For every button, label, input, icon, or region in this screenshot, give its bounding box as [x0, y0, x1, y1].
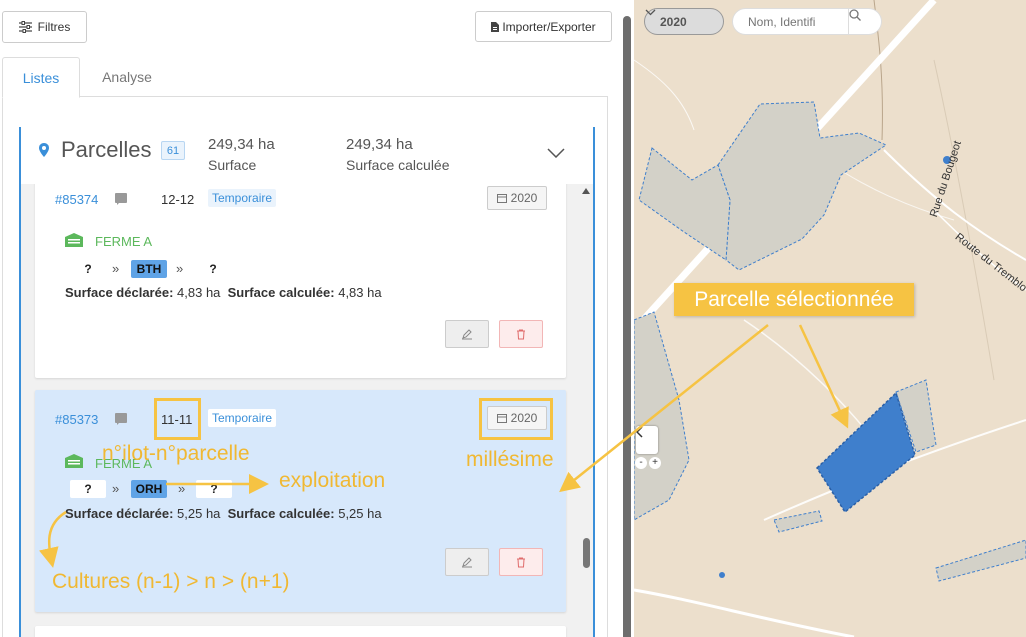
crop-arrow-icon: » [112, 481, 120, 496]
crop-previous: ? [70, 260, 106, 278]
collapse-panel-button[interactable] [636, 426, 658, 454]
parcelles-title: Parcelles [61, 137, 152, 162]
parcel-card[interactable] [35, 626, 566, 637]
chevron-left-icon [636, 426, 643, 438]
map-search-input[interactable] [733, 9, 848, 34]
crop-arrow-icon: » [176, 261, 184, 276]
crop-next: ? [196, 480, 232, 498]
map-pin-icon [39, 143, 49, 157]
pencil-icon [462, 557, 472, 568]
edit-button[interactable] [445, 548, 489, 576]
tab-bar: Listes Analyse [2, 57, 608, 98]
parcel-card[interactable]: #85374 12-12 Temporaire 2020 FERME A ? »… [35, 184, 566, 378]
calendar-icon [496, 194, 507, 203]
parcel-type-badge: Temporaire [208, 409, 277, 427]
panel-scrollbar[interactable] [623, 16, 631, 637]
trash-icon [517, 329, 525, 339]
selected-parcel-callout: Parcelle sélectionnée [674, 283, 914, 316]
zoom-out-button[interactable]: - [635, 457, 647, 469]
surface-label: Surface [208, 157, 257, 173]
map-canvas[interactable] [634, 0, 1026, 637]
surface-calculee-value: 249,34 ha [346, 136, 413, 153]
search-button[interactable] [848, 9, 881, 34]
parcel-id-link[interactable]: #85374 [55, 192, 98, 207]
farm-name: FERME A [95, 234, 153, 249]
year-badge: 2020 [487, 186, 547, 210]
parcel-type-badge: Temporaire [208, 189, 277, 207]
annotation-cultures: Cultures (n-1) > n > (n+1) [52, 570, 290, 593]
file-icon [491, 21, 500, 32]
year-select[interactable]: 2020 [644, 8, 724, 35]
surface-info: Surface déclarée: 5,25 ha Surface calcul… [65, 506, 382, 521]
tab-listes[interactable]: Listes [2, 57, 80, 98]
map-view[interactable]: Rue du Bougeot Route du Tremblo 2020 - +… [634, 0, 1026, 637]
edit-button[interactable] [445, 320, 489, 348]
crop-arrow-icon: » [112, 261, 120, 276]
parcelles-count-badge: 61 [161, 141, 185, 160]
sliders-icon [18, 21, 32, 33]
chevron-down-icon[interactable] [547, 148, 565, 158]
surface-calculee-label: Surface calculée [346, 157, 450, 173]
scroll-up-icon[interactable] [582, 188, 590, 194]
crop-current: ORH [131, 480, 167, 498]
comment-icon[interactable] [115, 193, 127, 205]
annotation-ilot: n°ilot-n°parcelle [102, 442, 250, 465]
list-scrollbar[interactable] [578, 184, 592, 637]
year-label: 2020 [510, 191, 538, 205]
trash-icon [517, 557, 525, 567]
filters-button[interactable]: Filtres [2, 11, 87, 43]
parcelles-header[interactable]: Parcelles 61 249,34 ha Surface 249,34 ha… [21, 128, 593, 184]
ilot-parcel-number: 12-12 [161, 192, 195, 207]
parcel-id-link[interactable]: #85373 [55, 412, 98, 427]
delete-button[interactable] [499, 548, 543, 576]
map-search[interactable] [732, 8, 882, 35]
import-export-label: Importer/Exporter [502, 19, 596, 34]
farm-icon [65, 454, 83, 468]
pencil-icon [462, 329, 472, 340]
crop-previous: ? [70, 480, 106, 498]
surface-info: Surface déclarée: 4,83 ha Surface calcul… [65, 285, 382, 300]
comment-icon[interactable] [115, 413, 127, 425]
ilot-highlight [154, 398, 201, 440]
filters-label: Filtres [37, 20, 71, 34]
annotation-millesime: millésime [466, 448, 554, 471]
chevron-down-icon [645, 9, 656, 16]
tab-analyse[interactable]: Analyse [80, 57, 174, 97]
surface-value: 249,34 ha [208, 136, 275, 153]
search-icon [849, 9, 861, 21]
crop-current: BTH [131, 260, 167, 278]
list-panel: Filtres Importer/Exporter Listes Analyse… [0, 0, 622, 637]
crop-arrow-icon: » [178, 481, 186, 496]
map-marker-icon[interactable] [719, 572, 725, 578]
crop-next: ? [195, 260, 231, 278]
zoom-in-button[interactable]: + [649, 457, 661, 469]
year-select-value: 2020 [660, 14, 687, 29]
annotation-exploitation: exploitation [279, 469, 386, 492]
scroll-thumb[interactable] [583, 538, 590, 568]
delete-button[interactable] [499, 320, 543, 348]
year-highlight [479, 398, 553, 440]
import-export-button[interactable]: Importer/Exporter [475, 11, 612, 42]
farm-icon [65, 233, 83, 247]
